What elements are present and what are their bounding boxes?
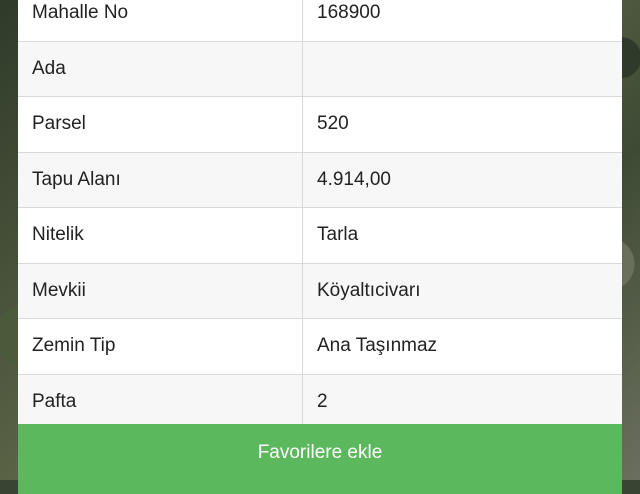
row-value: 168900 <box>317 2 381 24</box>
row-label: Nitelik <box>18 208 303 263</box>
row-value: 520 <box>317 113 349 135</box>
row-value: Köyaltıcivarı <box>317 279 421 301</box>
table-row: Nitelik Tarla <box>18 208 622 264</box>
row-value: Ana Taşınmaz <box>317 335 438 357</box>
row-value: Tarla <box>317 224 359 246</box>
row-label: Ada <box>18 41 303 96</box>
table-row: Mahalle No 168900 <box>18 0 622 42</box>
table-row: Tapu Alanı 4.914,00 <box>18 152 622 208</box>
table-row: Mevkii Köyaltıcivarı <box>18 263 622 319</box>
row-value <box>303 42 622 97</box>
table-row: Parsel 520 <box>18 97 622 153</box>
parcel-details-table: Mahalle No 168900 Ada Parsel 520 Tapu Al… <box>18 0 622 430</box>
row-value: 4.914,00 <box>317 168 391 190</box>
row-label: Tapu Alanı <box>18 152 303 207</box>
table-row: Ada <box>18 41 622 97</box>
row-label: Mahalle No <box>18 0 303 41</box>
table-row: Zemin Tip Ana Taşınmaz <box>18 319 622 375</box>
add-to-favorites-button[interactable]: Favorilere ekle <box>18 424 622 494</box>
row-value: 2 <box>317 390 328 412</box>
parcel-details-panel: Mahalle No 168900 Ada Parsel 520 Tapu Al… <box>18 0 622 430</box>
row-label: Pafta <box>18 374 303 429</box>
table-row: Pafta 2 <box>18 374 622 430</box>
row-label: Zemin Tip <box>18 319 303 374</box>
row-label: Mevkii <box>18 263 303 318</box>
row-label: Parsel <box>18 97 303 152</box>
